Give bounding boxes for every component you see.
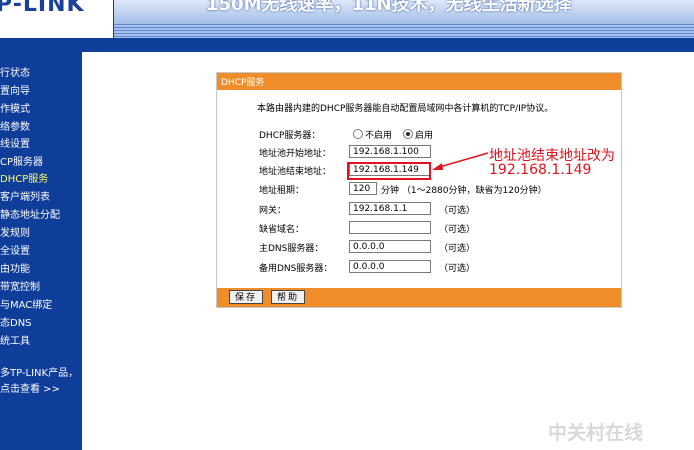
more-products-link[interactable]: 点击查看 >> [0, 380, 60, 395]
sidebar-item-routing[interactable]: 由功能 [0, 260, 30, 275]
secondary-dns-optional: （可选） [439, 264, 476, 274]
secondary-dns-input[interactable]: 0.0.0.0 [349, 260, 431, 273]
more-products-text: 多TP-LINK产品， [0, 368, 79, 379]
sidebar-item-bandwidth-control[interactable]: 带宽控制 [0, 278, 40, 293]
start-address-input[interactable]: 192.168.1.100 [349, 145, 431, 158]
primary-dns-label: 主DNS服务器： [259, 244, 324, 254]
annotation-text-line2: 192.168.1.149 [489, 162, 592, 178]
domain-name-label: 缺省域名： [259, 225, 305, 235]
gateway-label: 网关： [259, 206, 287, 216]
save-button[interactable]: 保存 [229, 290, 263, 304]
sidebar-item-forwarding-rules[interactable]: 发规则 [0, 224, 30, 239]
panel-title: DHCP服务 [221, 78, 265, 88]
sidebar-item-wireless-settings[interactable]: 线设置 [0, 135, 30, 150]
top-frame [82, 38, 694, 52]
domain-name-input[interactable] [349, 221, 431, 234]
gateway-input[interactable]: 192.168.1.1 [349, 202, 431, 215]
panel-header: DHCP服务 [217, 73, 621, 90]
header-banner: P-LINK 150M无线速率，11N技术，无线生活新选择 [0, 0, 694, 38]
dhcp-panel: DHCP服务 本路由器内建的DHCP服务器能自动配置局域网中各计算机的TCP/I… [216, 72, 622, 308]
tp-link-logo: P-LINK [0, 0, 113, 38]
start-address-label: 地址池开始地址： [259, 149, 332, 159]
logo-text: P-LINK [0, 0, 85, 17]
sidebar-item-static-allocation[interactable]: 静态地址分配 [0, 206, 60, 221]
watermark: 中关村在线 [548, 422, 644, 444]
secondary-dns-label: 备用DNS服务器： [259, 264, 333, 274]
sidebar-item-system-tools[interactable]: 统工具 [0, 332, 30, 347]
sidebar-menu: 行状态 置向导 作模式 络参数 线设置 CP服务器 DHCP服务 客户端列表 静… [0, 38, 82, 450]
sidebar-item-client-list[interactable]: 客户端列表 [0, 188, 50, 203]
domain-optional: （可选） [439, 225, 476, 235]
sidebar-item-network-params[interactable]: 络参数 [0, 118, 30, 133]
end-address-label: 地址池结束地址： [259, 167, 332, 177]
lease-time-input[interactable]: 120 [349, 182, 377, 195]
banner-stripes [114, 24, 694, 38]
primary-dns-input[interactable]: 0.0.0.0 [349, 240, 431, 253]
sidebar-item-work-mode[interactable]: 作模式 [0, 100, 30, 115]
highlight-box [347, 162, 431, 180]
help-button[interactable]: 帮助 [271, 290, 305, 304]
sidebar-item-ddns[interactable]: 态DNS [0, 314, 32, 329]
sidebar-item-ip-mac-binding[interactable]: 与MAC绑定 [0, 296, 52, 311]
gateway-optional: （可选） [439, 206, 476, 216]
sidebar-item-running-status[interactable]: 行状态 [0, 64, 30, 79]
panel-description: 本路由器内建的DHCP服务器能自动配置局域网中各计算机的TCP/IP协议。 [257, 104, 554, 114]
slogan-text: 150M无线速率，11N技术，无线生活新选择 [206, 0, 572, 15]
radio-enable[interactable] [403, 129, 413, 139]
sidebar-item-dhcp-server[interactable]: CP服务器 [0, 153, 43, 168]
dhcp-server-label: DHCP服务器： [259, 131, 321, 141]
sidebar-item-setup-wizard[interactable]: 置向导 [0, 82, 30, 97]
lease-time-label: 地址租期： [259, 186, 305, 196]
panel-footer: 保存 帮助 [217, 288, 621, 307]
radio-disable[interactable] [353, 129, 363, 139]
slogan-banner: 150M无线速率，11N技术，无线生活新选择 [114, 0, 694, 38]
sidebar-item-security[interactable]: 全设置 [0, 242, 30, 257]
primary-dns-optional: （可选） [439, 244, 476, 254]
radio-disable-label: 不启用 [365, 131, 393, 141]
radio-enable-label: 启用 [415, 131, 434, 141]
sidebar-item-dhcp-service[interactable]: DHCP服务 [0, 170, 48, 185]
lease-time-hint: 分钟 （1～2880分钟，缺省为120分钟） [381, 186, 547, 196]
